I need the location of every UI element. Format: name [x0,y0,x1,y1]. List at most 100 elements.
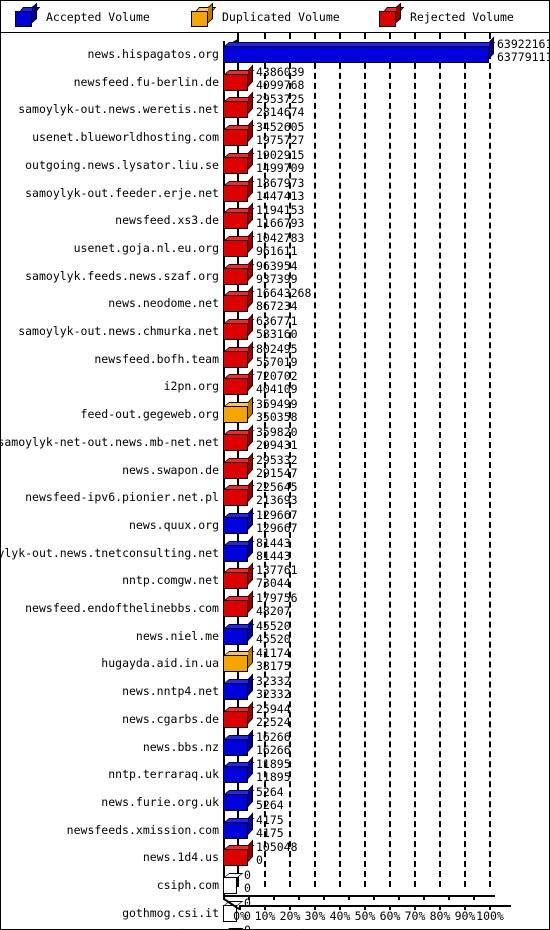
bar-rejected [223,590,255,617]
bar-value-upper: 25944 [256,701,291,716]
bar-rejected [223,313,255,340]
bar-value-lower: 5264 [256,797,284,812]
bar-side-face [248,285,253,309]
bar-rejected [223,424,255,451]
bar-value-upper: 179756 [256,591,298,605]
bar-value-lower: 11895 [256,770,291,785]
bar-rejected [223,368,255,396]
bar-side-face [248,396,253,420]
bar-front-face [223,793,248,811]
bar-value-lower: 4099768 [256,77,305,92]
bar-value-lower: 1447413 [256,188,305,203]
bar-front-face [223,212,248,230]
bar-value-lower: 350358 [256,410,298,425]
bar-rejected [223,451,255,479]
value-axis-front-line [239,905,511,907]
bar-rejected [223,285,255,313]
bar-rejected [223,341,255,368]
chart-page: Accepted Volume Duplicated Volume Rejected… [0,0,550,930]
bar-row[interactable]: 105048 0 [1,839,549,873]
rejected-swatch-icon [379,2,405,27]
bar-side-face [248,673,253,697]
axis-tick-back [248,895,250,900]
bar-value-upper: 5264 [256,784,284,799]
bar-accepted [223,784,255,811]
bar-value-upper: 2953725 [256,92,305,107]
bar-accepted [223,673,255,701]
bar-front-face [223,184,248,202]
bar-side-face [248,590,253,613]
bar-accepted [223,756,255,784]
bar-side-face [248,479,253,503]
bar-side-face [248,507,253,530]
bar-front-face [223,544,248,562]
legend-label: Accepted Volume [46,10,150,24]
axis-tick-back [298,895,300,900]
legend-item-duplicated[interactable]: Duplicated Volume [191,2,340,28]
bar-side-face [248,91,253,115]
bar-value-lower: 32332 [256,687,291,702]
bar-value-lower: 81443 [256,548,291,563]
bar-value-lower: 291547 [256,465,298,480]
bar-value-upper: 1902915 [256,147,305,162]
bar-value-upper: 359499 [256,397,298,412]
bar-rejected [223,230,255,257]
bar-front-face [223,73,248,91]
bar-rejected [223,202,255,230]
bar-value-lower: 0 [244,881,251,895]
bar-accepted [223,812,255,839]
bar-value-upper: 4386039 [256,64,305,79]
bar-value-upper: 45520 [256,618,291,633]
bar-rejected [223,562,255,590]
bar-value-lower: 961611 [256,243,298,258]
legend-label: Rejected Volume [410,10,514,24]
bar-front-face [223,600,248,617]
bar-side-face [248,174,253,198]
axis-tick-back [473,895,475,900]
bar-side-face [248,562,253,586]
legend-item-rejected[interactable]: Rejected Volume [379,2,514,28]
bar-value-upper: 1194153 [256,203,305,218]
bar-front-face [223,766,248,784]
bar-value-lower: 2814674 [256,105,305,120]
bar-value-lower: 937399 [256,271,298,286]
bar-front-face [223,129,248,147]
bar-rejected [223,147,255,174]
value-axis-left-edge [223,895,240,910]
bar-side-face [248,618,253,641]
bar-value-lower: 213693 [256,493,298,508]
bar-value-lower: 404109 [256,382,298,397]
bar-front-face [223,156,248,174]
bar-front-face [223,295,248,313]
bar-side-face [248,341,253,364]
legend-label: Duplicated Volume [222,10,340,24]
bar-rejected [223,839,255,867]
legend-item-accepted[interactable]: Accepted Volume [15,2,150,28]
bar-accepted [223,618,255,645]
bar-side-face [248,756,253,780]
bar-side-face [248,368,253,392]
axis-tick-back [223,895,225,900]
bar-value-lower: 48207 [256,604,291,618]
bar-value-lower: 0 [256,853,263,868]
bar-side-face [248,64,253,87]
bar-value-upper: 0 [244,868,251,882]
bar-value-lower: 38175 [256,659,291,674]
axis-tick-back [273,895,275,900]
axis-tick-back [448,895,450,900]
bar-side-face [248,701,253,724]
bar-rejected [223,91,255,119]
bar-value-upper: 4175 [256,812,284,827]
bar-front-face [223,461,248,479]
bar-value-upper: 639221610 [497,37,549,51]
bar-value-lower: 583160 [256,327,298,341]
bar-value-lower: 16266 [256,742,291,757]
bar-front-face [223,683,248,701]
bar-front-face [223,655,248,673]
bar-value-upper: 295332 [256,452,298,467]
bar-front-face [223,433,248,451]
bar-side-face [248,784,253,807]
bar-value-upper: 359820 [256,424,298,439]
bar-side-face [248,202,253,226]
bar-duplicated [223,645,255,673]
